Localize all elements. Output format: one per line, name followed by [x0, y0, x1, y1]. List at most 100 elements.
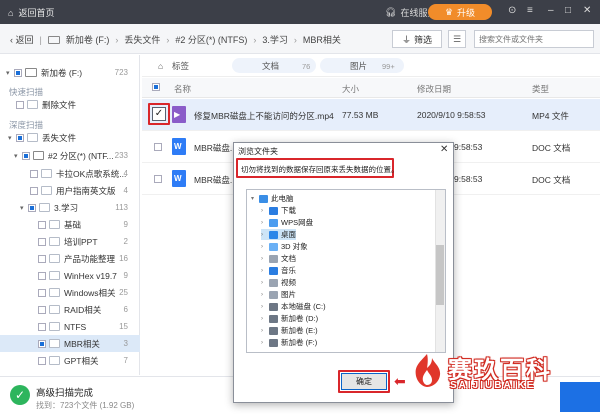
table-row[interactable]: ✓ ▶ 修复MBR磁盘上不能访问的分区.mp4 77.53 MB 2020/9/…: [142, 99, 600, 131]
tree-node-this-pc[interactable]: ▾ 此电脑: [251, 193, 294, 204]
checkbox[interactable]: [28, 203, 36, 212]
tree-node-drive-d[interactable]: › 新加卷 (D:): [261, 313, 318, 324]
column-name[interactable]: 名称: [174, 83, 191, 95]
close-icon[interactable]: ✕: [583, 5, 591, 17]
tab-documents-count: 76: [302, 61, 311, 71]
cloud-icon: [269, 218, 278, 227]
sidebar-item-drive[interactable]: ▾ 新加卷 (F:) 723: [0, 64, 140, 81]
sidebar-item-ntfs[interactable]: NTFS 15: [0, 318, 140, 335]
checkbox[interactable]: [30, 186, 38, 195]
back-home-label: 返回首页: [18, 8, 55, 18]
checkbox[interactable]: [38, 322, 46, 331]
list-view-button[interactable]: ☰: [448, 30, 466, 48]
navigation-bar: ‹ 返回 | 新加卷 (F:) › 丢失文件 › #2 分区(*) (NTFS)…: [0, 24, 600, 54]
sidebar-item-windows[interactable]: Windows相关 25: [0, 284, 140, 301]
tree-node-music[interactable]: › 音乐: [261, 265, 296, 276]
chevron-right-icon: ›: [261, 243, 263, 250]
checkbox[interactable]: [38, 339, 46, 348]
checkbox[interactable]: [38, 220, 46, 229]
tree-node-3d-objects[interactable]: › 3D 对象: [261, 241, 308, 252]
row-checkbox-checked[interactable]: ✓: [152, 107, 166, 121]
checkbox[interactable]: [14, 68, 22, 77]
chevron-right-icon: ›: [115, 34, 119, 45]
crumb-study[interactable]: 3.学习: [262, 33, 288, 46]
upgrade-button[interactable]: ♛ 升级: [428, 4, 492, 20]
sidebar-item-product-features[interactable]: 产品功能整理 16: [0, 250, 140, 267]
sidebar-item-user-guide[interactable]: 用户指南英文版 4: [0, 182, 140, 199]
maximize-icon[interactable]: □: [565, 5, 571, 17]
crumb-drive[interactable]: 新加卷 (F:): [66, 33, 110, 46]
row-checkbox[interactable]: [154, 143, 162, 151]
tree-node-videos[interactable]: › 视频: [261, 277, 296, 288]
column-type[interactable]: 类型: [532, 83, 549, 95]
back-button[interactable]: ‹ 返回: [10, 33, 34, 46]
crumb-partition[interactable]: #2 分区(*) (NTFS): [175, 33, 247, 46]
file-date: 9:58:53: [454, 142, 483, 152]
sidebar-item-study[interactable]: ▾ 3.学习 113: [0, 199, 140, 216]
chevron-right-icon: ›: [261, 255, 263, 262]
tree-node-pictures[interactable]: › 图片: [261, 289, 296, 300]
tab-tags[interactable]: 标签: [172, 59, 189, 73]
tab-images[interactable]: 图片: [350, 59, 367, 73]
scan-status-detail: 找到：723个文件 (1.92 GB): [36, 401, 135, 410]
sidebar-item-label: 删除文件: [42, 99, 77, 110]
folder-icon: [49, 220, 60, 229]
file-type-tabs: ⌂ 标签 文档 76 图片 99+: [142, 55, 600, 77]
checkbox[interactable]: [22, 151, 30, 160]
ok-button[interactable]: 确定: [341, 373, 387, 390]
checkbox[interactable]: [38, 288, 46, 297]
chevron-right-icon: ›: [261, 315, 263, 322]
checkbox[interactable]: [16, 100, 24, 109]
sidebar-item-lost-files[interactable]: ▾ 丢失文件: [0, 129, 140, 146]
folder-tree[interactable]: ▾ 此电脑 › 下载 › WPS网盘 › 桌面 › 3D 对象 › 文档 › 音乐 › 视频 ›…: [246, 189, 446, 353]
column-size[interactable]: 大小: [342, 83, 359, 95]
dialog-warning: 切勿将找到的数据保存回原来丢失数据的位置。: [236, 158, 399, 178]
crumb-lost-files[interactable]: 丢失文件: [124, 33, 160, 46]
sidebar-item-winhex[interactable]: WinHex v19.7 9: [0, 267, 140, 284]
tree-node-documents[interactable]: › 文档: [261, 253, 296, 264]
tree-node-wps-drive[interactable]: › WPS网盘: [261, 217, 313, 228]
checkbox[interactable]: [38, 305, 46, 314]
file-type: DOC 文档: [532, 175, 571, 185]
sidebar-item-label: 培训PPT: [64, 236, 98, 247]
folder-icon: [27, 100, 38, 109]
tree-node-downloads[interactable]: › 下载: [261, 205, 296, 216]
checkbox[interactable]: [38, 356, 46, 365]
flame-logo-icon: [415, 354, 441, 387]
checkbox[interactable]: [38, 254, 46, 263]
minimize-icon[interactable]: –: [548, 5, 554, 17]
checkbox[interactable]: [38, 237, 46, 246]
dialog-close-icon[interactable]: ✕: [440, 144, 448, 155]
tree-node-desktop[interactable]: › 桌面: [261, 229, 296, 240]
sidebar-item-raid[interactable]: RAID相关 6: [0, 301, 140, 318]
folder-icon: [49, 356, 60, 365]
tree-node-drive-f[interactable]: › 新加卷 (F:): [261, 337, 317, 348]
account-icon[interactable]: ⊙: [508, 5, 516, 17]
sidebar-item-deleted[interactable]: 删除文件: [0, 96, 140, 113]
tree-scrollbar[interactable]: [435, 190, 445, 352]
crumb-mbr[interactable]: MBR相关: [303, 33, 341, 46]
filter-button[interactable]: ⏚ 筛选: [392, 30, 442, 48]
select-all-checkbox[interactable]: [152, 83, 160, 91]
checkbox[interactable]: [30, 169, 38, 178]
column-date[interactable]: 修改日期: [417, 83, 451, 95]
watermark: 赛玖百科 SAIJIUBAIKE: [400, 348, 600, 398]
sidebar-item-basics[interactable]: 基础 9: [0, 216, 140, 233]
sidebar-item-training-ppt[interactable]: 培训PPT 2: [0, 233, 140, 250]
sidebar-item-karaoke[interactable]: 卡拉OK点歌系统... 4: [0, 165, 140, 182]
back-home-link[interactable]: ⌂ 返回首页: [8, 6, 54, 19]
sidebar-item-mbr[interactable]: MBR相关 3: [0, 335, 140, 352]
chevron-down-icon: ▾: [6, 69, 10, 77]
menu-icon[interactable]: ≡: [527, 5, 533, 17]
scrollbar-thumb[interactable]: [436, 245, 444, 305]
tree-node-drive-e[interactable]: › 新加卷 (E:): [261, 325, 318, 336]
filter-icon: ⏚: [401, 34, 411, 45]
tree-node-drive-c[interactable]: › 本地磁盘 (C:): [261, 301, 326, 312]
search-input[interactable]: [474, 30, 594, 48]
checkbox[interactable]: [38, 271, 46, 280]
sidebar-item-partition[interactable]: ▾ #2 分区(*) (NTF... 233: [0, 147, 140, 164]
checkbox[interactable]: [16, 133, 24, 142]
sidebar-item-gpt[interactable]: GPT相关 7: [0, 352, 140, 369]
row-checkbox[interactable]: [154, 175, 162, 183]
tab-documents[interactable]: 文档: [262, 59, 279, 73]
